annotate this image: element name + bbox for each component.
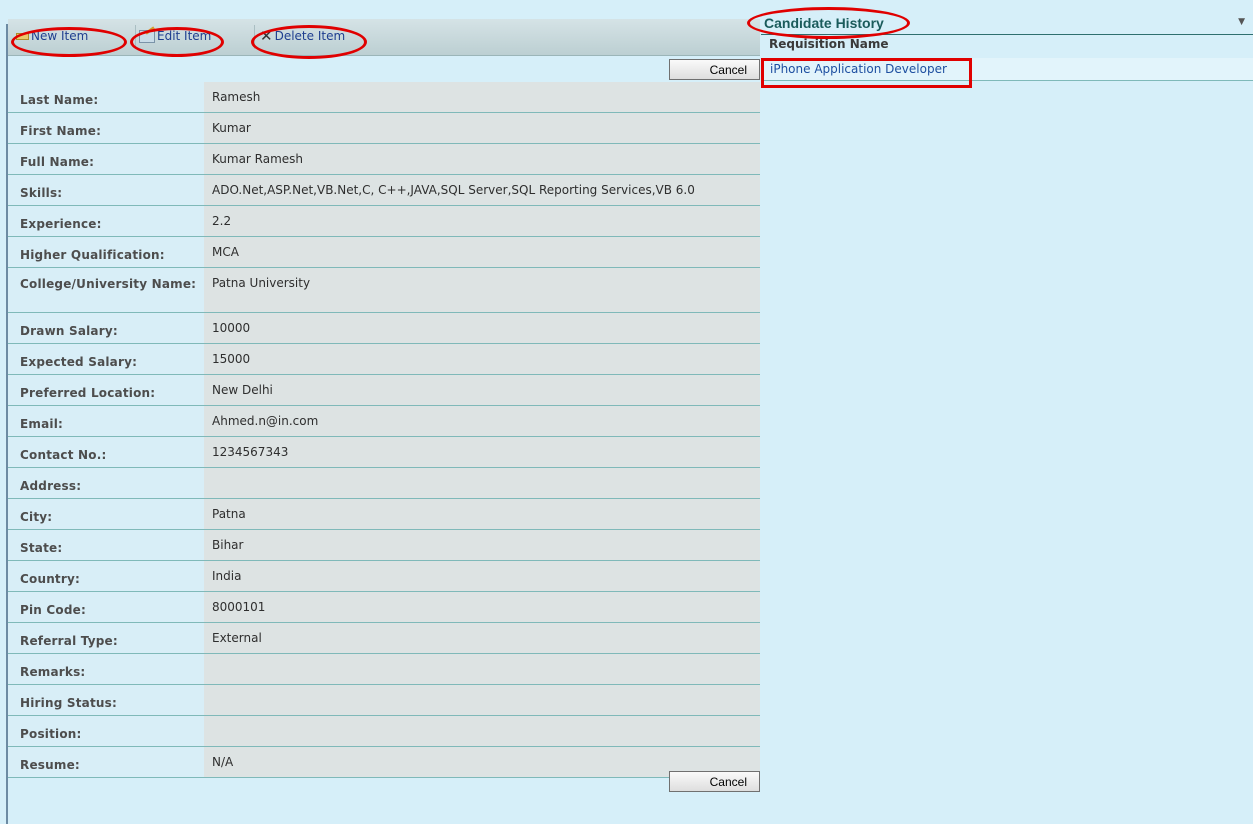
field-label: State: xyxy=(8,530,204,560)
form-row: Pin Code: 8000101 xyxy=(8,592,760,623)
panel-header: Candidate History ▼ xyxy=(761,12,1253,35)
form-row: Referral Type: External xyxy=(8,623,760,654)
field-value xyxy=(204,468,760,498)
field-label: Resume: xyxy=(8,747,204,777)
form-row: State: Bihar xyxy=(8,530,760,561)
form-row: Expected Salary: 15000 xyxy=(8,344,760,375)
form-row: Position: xyxy=(8,716,760,747)
delete-item-button[interactable]: ✕ Delete Item xyxy=(260,27,346,45)
cancel-button-top[interactable]: Cancel xyxy=(669,59,760,80)
field-label: Expected Salary: xyxy=(8,344,204,374)
field-value: MCA xyxy=(204,237,760,267)
cancel-button-bottom[interactable]: Cancel xyxy=(669,771,760,792)
panel-menu-arrow-icon[interactable]: ▼ xyxy=(1238,17,1245,27)
field-label: Skills: xyxy=(8,175,204,205)
field-value: Patna xyxy=(204,499,760,529)
field-label: Higher Qualification: xyxy=(8,237,204,267)
field-value: Ramesh xyxy=(204,82,760,112)
field-value: Patna University xyxy=(204,268,760,312)
field-value: Kumar xyxy=(204,113,760,143)
form-row: Skills: ADO.Net,ASP.Net,VB.Net,C, C++,JAV… xyxy=(8,175,760,206)
field-label: College/University Name: xyxy=(8,268,204,312)
form-row: Hiring Status: xyxy=(8,685,760,716)
new-item-label: New Item xyxy=(31,29,89,43)
form-row: Country: India xyxy=(8,561,760,592)
field-label: Last Name: xyxy=(8,82,204,112)
edit-item-label: Edit Item xyxy=(157,29,212,43)
field-value xyxy=(204,716,760,746)
field-value: 10000 xyxy=(204,313,760,343)
form-row: Drawn Salary: 10000 xyxy=(8,313,760,344)
form-row: Address: xyxy=(8,468,760,499)
field-value: India xyxy=(204,561,760,591)
form-row: Preferred Location: New Delhi xyxy=(8,375,760,406)
field-label: Full Name: xyxy=(8,144,204,174)
new-item-button[interactable]: New Item xyxy=(16,29,88,43)
field-label: Experience: xyxy=(8,206,204,236)
form-row: Remarks: xyxy=(8,654,760,685)
field-value: 2.2 xyxy=(204,206,760,236)
edit-item-icon xyxy=(139,25,155,43)
form-row: First Name: Kumar xyxy=(8,113,760,144)
field-value: Kumar Ramesh xyxy=(204,144,760,174)
field-label: City: xyxy=(8,499,204,529)
field-value xyxy=(204,685,760,715)
field-value: New Delhi xyxy=(204,375,760,405)
item-toolbar: New Item Edit Item ✕ Delete Item xyxy=(8,19,760,56)
field-value: 1234567343 xyxy=(204,437,760,467)
field-value: External xyxy=(204,623,760,653)
form-row: College/University Name: Patna University xyxy=(8,268,760,313)
panel-title: Candidate History xyxy=(764,15,884,31)
new-item-icon xyxy=(16,32,29,40)
field-value: 15000 xyxy=(204,344,760,374)
form-row: Higher Qualification: MCA xyxy=(8,237,760,268)
field-value: Bihar xyxy=(204,530,760,560)
form-row: Resume: N/A xyxy=(8,747,760,778)
field-value xyxy=(204,654,760,684)
field-label: Remarks: xyxy=(8,654,204,684)
field-label: Referral Type: xyxy=(8,623,204,653)
form-row: Contact No.: 1234567343 xyxy=(8,437,760,468)
field-label: Country: xyxy=(8,561,204,591)
delete-icon: ✕ xyxy=(260,27,273,45)
toolbar-separator xyxy=(254,25,255,49)
requisition-link[interactable]: iPhone Application Developer xyxy=(770,62,947,76)
candidate-details-form: Last Name: Ramesh First Name: Kumar Full Nam… xyxy=(8,82,760,778)
edit-item-button[interactable]: Edit Item xyxy=(139,25,212,43)
field-label: Contact No.: xyxy=(8,437,204,467)
toolbar-separator xyxy=(135,25,136,49)
field-label: Email: xyxy=(8,406,204,436)
field-value: ADO.Net,ASP.Net,VB.Net,C, C++,JAVA,SQL S… xyxy=(204,175,760,205)
form-row: Email: Ahmed.n@in.com xyxy=(8,406,760,437)
column-header-requisition[interactable]: Requisition Name xyxy=(769,37,888,51)
form-row: Experience: 2.2 xyxy=(8,206,760,237)
field-label: Address: xyxy=(8,468,204,498)
form-row: Last Name: Ramesh xyxy=(8,82,760,113)
field-label: Preferred Location: xyxy=(8,375,204,405)
field-label: Hiring Status: xyxy=(8,685,204,715)
field-value: Ahmed.n@in.com xyxy=(204,406,760,436)
form-row: Full Name: Kumar Ramesh xyxy=(8,144,760,175)
delete-item-label: Delete Item xyxy=(274,29,346,43)
field-label: Drawn Salary: xyxy=(8,313,204,343)
field-value: 8000101 xyxy=(204,592,760,622)
field-label: First Name: xyxy=(8,113,204,143)
form-row: City: Patna xyxy=(8,499,760,530)
field-label: Position: xyxy=(8,716,204,746)
table-row: iPhone Application Developer xyxy=(761,58,1253,81)
field-label: Pin Code: xyxy=(8,592,204,622)
candidate-history-panel: Candidate History ▼ Requisition Name iPh… xyxy=(761,12,1253,84)
